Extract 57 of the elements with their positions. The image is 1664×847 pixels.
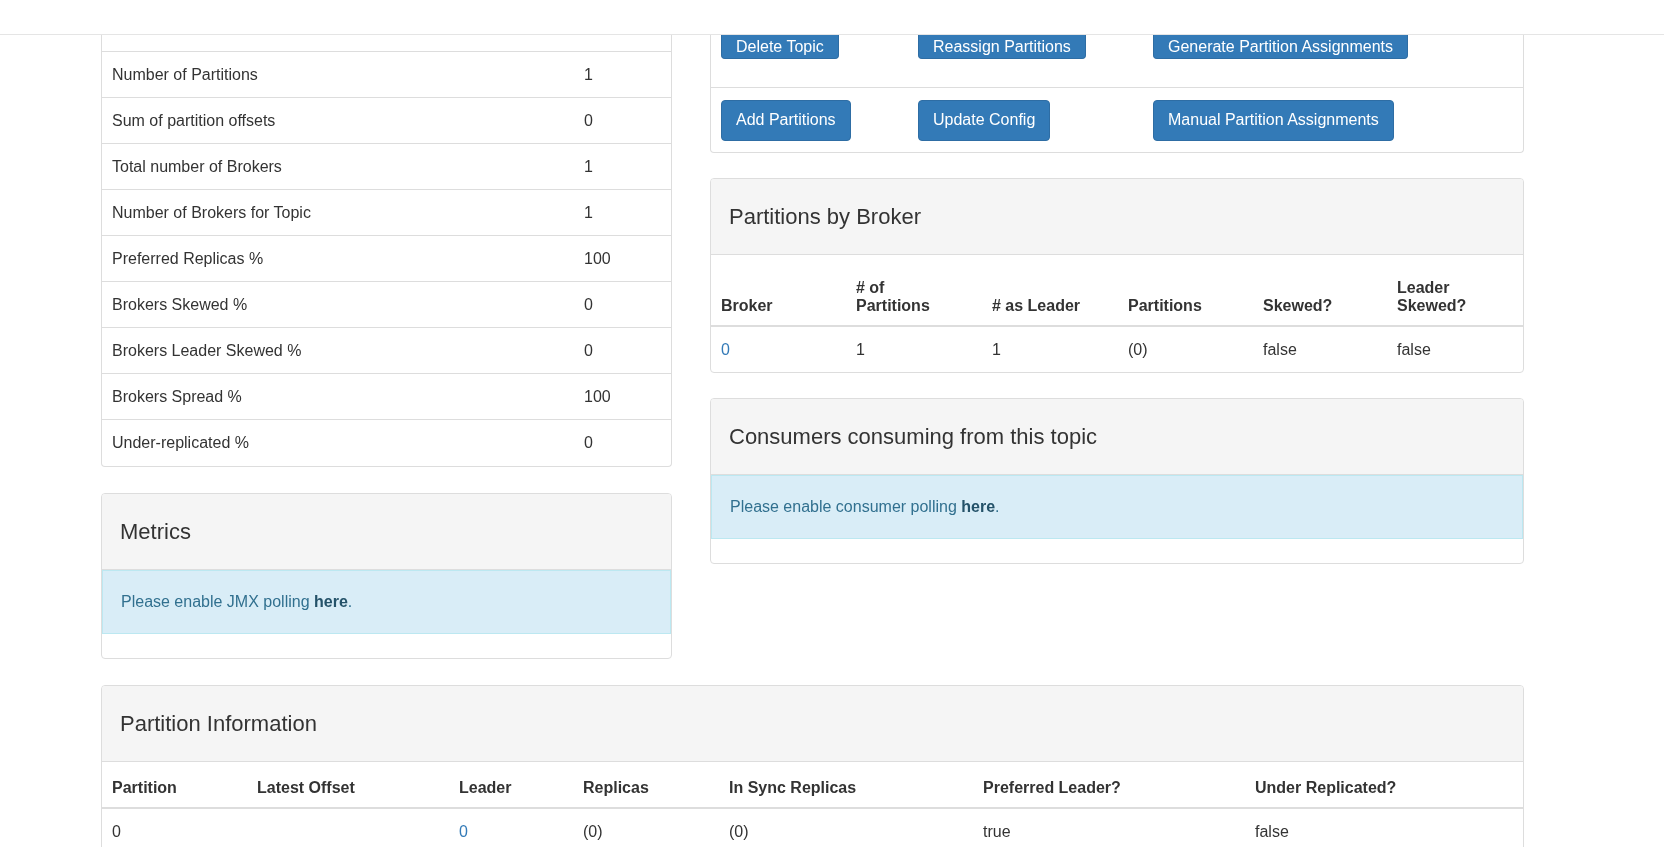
table-cell: (0) bbox=[729, 822, 749, 840]
table-cell-text: Sum of partition offsets bbox=[111, 111, 277, 130]
table-cell: 1 bbox=[856, 340, 865, 358]
action-button[interactable]: Delete Topic bbox=[721, 35, 839, 59]
table-link[interactable]: 0 bbox=[721, 340, 730, 358]
table-link[interactable]: 0 bbox=[459, 822, 468, 840]
here-link[interactable]: here bbox=[314, 593, 348, 610]
table-cell: 100 bbox=[584, 249, 611, 268]
column-header: Under Replicated? bbox=[1255, 779, 1397, 796]
table-cell: 1 bbox=[584, 157, 593, 176]
table-cell: 1 bbox=[584, 65, 593, 84]
panel-title: Consumers consuming from this topic bbox=[711, 399, 1523, 475]
column-header: Skewed? bbox=[1263, 297, 1333, 315]
table-cell-text: Brokers Skewed % bbox=[111, 295, 249, 314]
table-cell-text: Preferred Replicas % bbox=[111, 249, 265, 268]
column-header: Partition bbox=[112, 779, 177, 796]
table-cell: false bbox=[1263, 340, 1297, 358]
table-cell: 0 bbox=[584, 341, 593, 360]
action-button[interactable]: Manual Partition Assignments bbox=[1153, 99, 1394, 141]
table-cell: (0) bbox=[1128, 340, 1148, 358]
table-cell-text: Number of Partitions bbox=[111, 65, 259, 84]
panel-title: Partitions by Broker bbox=[711, 179, 1523, 255]
action-button[interactable]: Reassign Partitions bbox=[918, 35, 1086, 59]
table-cell: false bbox=[1397, 340, 1431, 358]
table-cell: 100 bbox=[584, 387, 611, 406]
table-cell: false bbox=[1255, 822, 1289, 840]
table-cell-text: Total number of Brokers bbox=[111, 157, 283, 176]
panel-title: Metrics bbox=[102, 494, 671, 570]
column-header: Preferred Leader? bbox=[983, 779, 1121, 796]
column-header: Latest Offset bbox=[257, 779, 355, 796]
table-cell: 0 bbox=[584, 434, 593, 452]
table-cell: 0 bbox=[112, 822, 121, 840]
here-link[interactable]: here bbox=[961, 498, 996, 515]
table-cell: true bbox=[983, 822, 1011, 840]
column-header: Broker bbox=[721, 297, 773, 315]
column-header: Leader Skewed? bbox=[1397, 279, 1468, 315]
table-cell-text: Under-replicated % bbox=[111, 434, 250, 452]
table-cell: 0 bbox=[584, 111, 593, 130]
action-button[interactable]: Update Config bbox=[918, 99, 1051, 141]
column-header: Partitions bbox=[1128, 297, 1202, 315]
action-button[interactable]: Add Partitions bbox=[721, 99, 851, 141]
table-cell: (0) bbox=[583, 822, 603, 840]
column-header: # as Leader bbox=[992, 297, 1081, 315]
column-header: Replicas bbox=[583, 779, 649, 796]
action-button[interactable]: Generate Partition Assignments bbox=[1153, 35, 1408, 59]
column-header: # of Partitions bbox=[856, 279, 931, 315]
table-cell: 1 bbox=[992, 340, 1001, 358]
table-cell-text: Brokers Leader Skewed % bbox=[111, 341, 303, 360]
panel-title: Partition Information bbox=[102, 686, 1523, 762]
table-cell-text: Brokers Spread % bbox=[111, 387, 243, 406]
column-header: Leader bbox=[459, 779, 512, 796]
table-cell: 1 bbox=[584, 203, 593, 222]
info-message: Please enable consumer polling here. bbox=[730, 498, 1000, 516]
column-header: In Sync Replicas bbox=[729, 779, 857, 796]
table-cell-text: Number of Brokers for Topic bbox=[111, 203, 312, 222]
table-cell: 0 bbox=[584, 295, 593, 314]
info-message: Please enable JMX polling here. bbox=[121, 593, 353, 611]
